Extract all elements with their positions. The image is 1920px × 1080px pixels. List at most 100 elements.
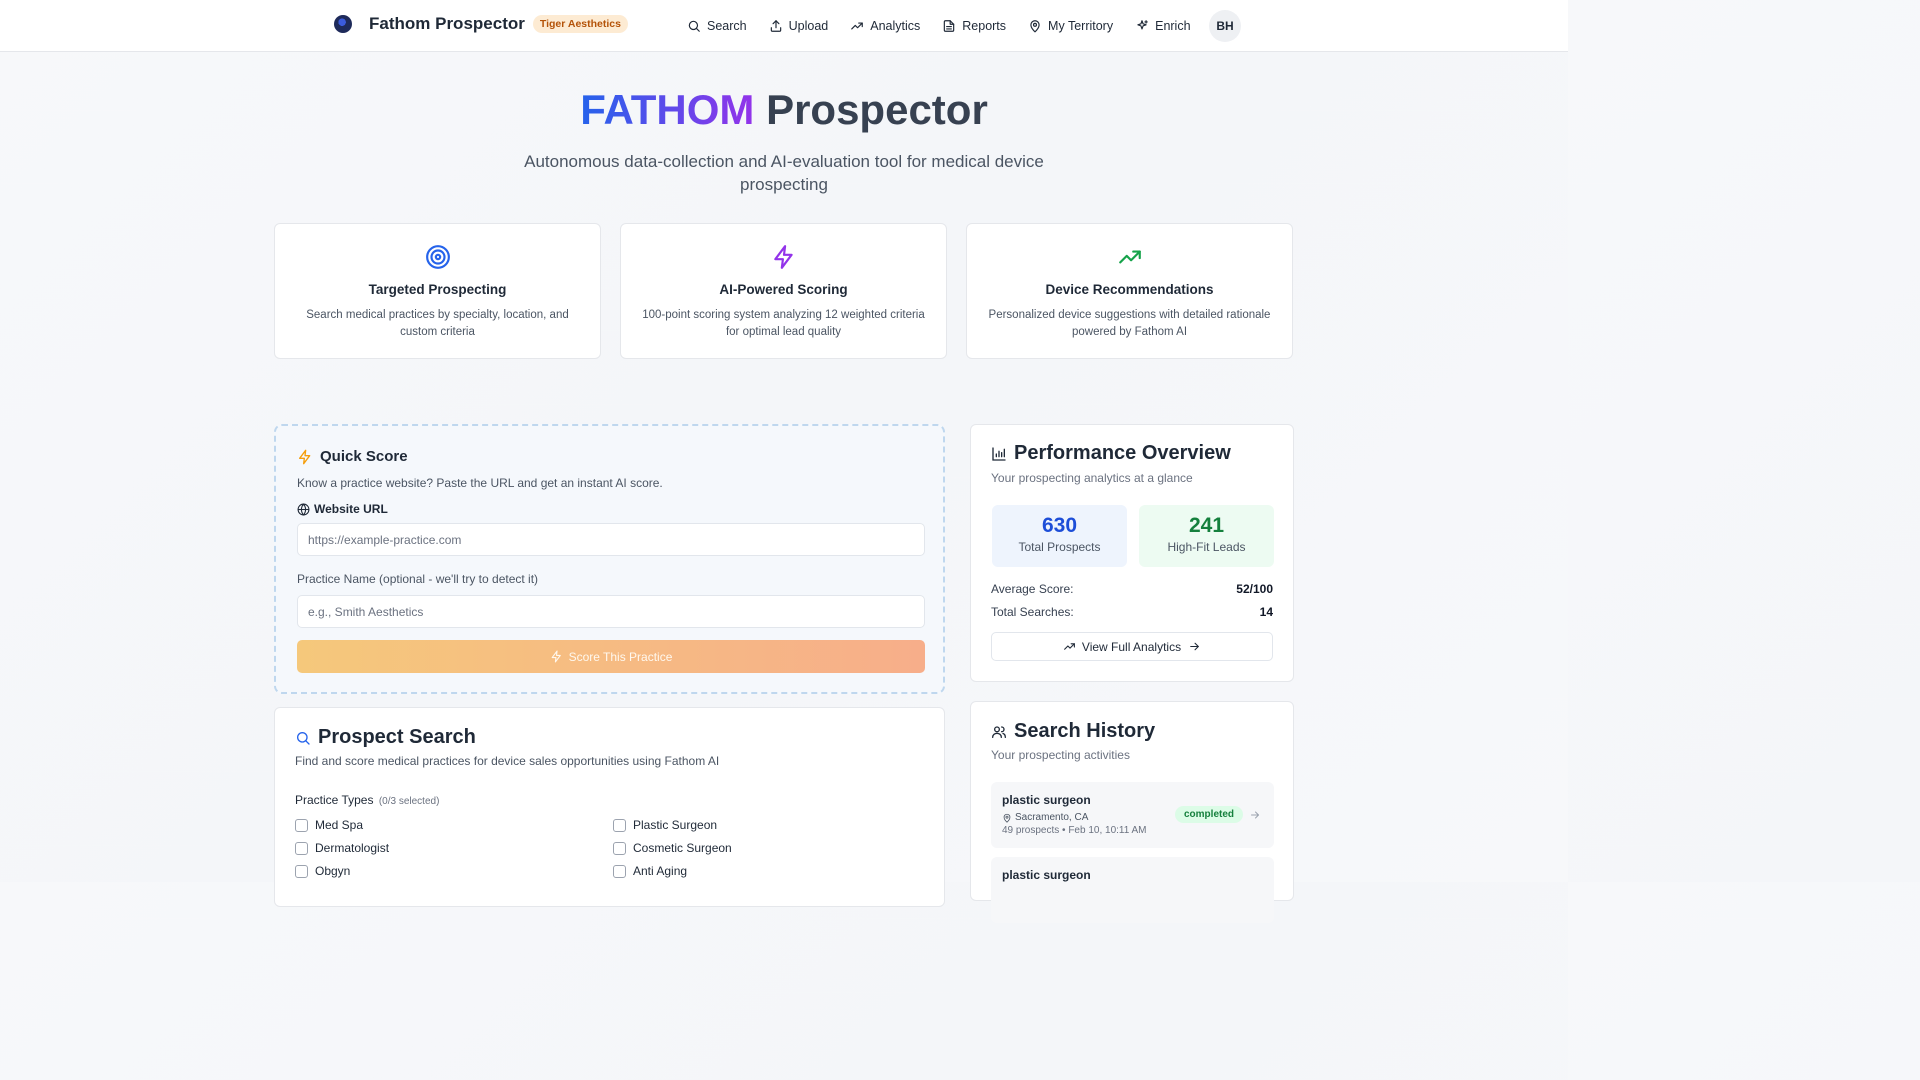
history-item-query: plastic surgeon — [1002, 793, 1091, 807]
page-title-accent: FATHOM — [580, 86, 755, 133]
map-pin-icon — [1030, 20, 1040, 33]
search-history-title: Search History — [991, 720, 1155, 743]
checkbox-label: Cosmetic Surgeon — [633, 841, 732, 855]
brand[interactable]: Fathom Prospector Tiger Aesthetics — [334, 14, 628, 34]
feature-title: Device Recommendations — [1045, 282, 1214, 297]
checkbox-obgyn[interactable]: Obgyn — [295, 864, 350, 878]
prospect-search-description: Find and score medical practices for dev… — [295, 754, 720, 768]
history-item[interactable]: plastic surgeon Sacramento, CA 49 prospe… — [991, 782, 1274, 848]
map-pin-icon — [1003, 813, 1011, 823]
view-full-analytics-label: View Full Analytics — [1081, 639, 1182, 654]
page-subtitle: Autonomous data-collection and AI-evalua… — [524, 152, 1044, 194]
quick-score-card: Quick Score Know a practice website? Pas… — [274, 424, 945, 694]
checkbox-anti-aging[interactable]: Anti Aging — [613, 864, 687, 878]
checkbox-box[interactable] — [613, 864, 626, 878]
performance-overview-title-text: Performance Overview — [1014, 442, 1231, 464]
checkbox-med-spa[interactable]: Med Spa — [295, 818, 363, 832]
high-fit-leads-label: High-Fit Leads — [1167, 540, 1246, 554]
feature-title: AI-Powered Scoring — [719, 282, 848, 297]
prospect-search-title: Prospect Search — [295, 726, 476, 749]
nav-analytics[interactable]: Analytics — [850, 19, 920, 33]
trending-up-icon — [851, 22, 864, 30]
history-item-location: Sacramento, CA — [1002, 812, 1088, 823]
practice-types-count: (0/3 selected) — [378, 796, 440, 807]
nav-reports[interactable]: Reports — [942, 19, 1006, 33]
practice-types-label-text: Practice Types — [295, 793, 374, 807]
website-url-input[interactable] — [297, 523, 925, 556]
checkbox-label: Dermatologist — [315, 841, 390, 855]
total-prospects-value: 630 — [1041, 514, 1078, 537]
nav-my-territory[interactable]: My Territory — [1028, 19, 1113, 33]
average-score-row: Average Score: 52/100 — [991, 582, 1273, 596]
total-prospects-stat: 630 Total Prospects — [992, 505, 1127, 567]
zap-icon — [551, 650, 561, 663]
feature-description: Search medical practices by specialty, l… — [306, 309, 569, 338]
checkbox-box[interactable] — [613, 841, 626, 855]
checkbox-label: Obgyn — [315, 864, 351, 878]
user-avatar[interactable]: BH — [1209, 10, 1241, 42]
nav-upload[interactable]: Upload — [769, 19, 829, 33]
trending-up-icon — [1064, 643, 1075, 650]
checkbox-label: Med Spa — [315, 818, 364, 832]
quick-score-title: Quick Score — [297, 448, 408, 465]
checkbox-box[interactable] — [295, 864, 308, 878]
nav-my-territory-label: My Territory — [1048, 19, 1114, 33]
history-item-meta: 49 prospects • Feb 10, 10:11 AM — [1002, 825, 1147, 836]
arrow-right-icon[interactable] — [1249, 809, 1261, 821]
practice-name-input[interactable] — [297, 595, 925, 628]
top-navbar: Fathom Prospector Tiger Aesthetics Searc… — [0, 0, 1568, 52]
page-title: FATHOM Prospector — [0, 86, 1568, 134]
arrow-right-icon — [1190, 642, 1199, 651]
users-icon — [992, 725, 1006, 738]
trending-up-icon — [1118, 250, 1141, 264]
total-searches-value: 14 — [1259, 605, 1273, 619]
upload-icon — [770, 20, 781, 32]
total-searches-label: Total Searches: — [991, 605, 1074, 619]
bar-chart-icon — [992, 446, 1006, 461]
total-prospects-label: Total Prospects — [1018, 540, 1101, 554]
high-fit-leads-stat: 241 High-Fit Leads — [1139, 505, 1274, 567]
nav-search-label: Search — [707, 19, 747, 33]
score-practice-button[interactable]: Score This Practice — [297, 640, 925, 673]
feature-card-ai-powered-scoring: AI-Powered Scoring 100-point scoring sys… — [620, 223, 947, 359]
organization-badge: Tiger Aesthetics — [532, 15, 628, 33]
nav-enrich[interactable]: Enrich — [1135, 19, 1191, 33]
search-icon — [688, 20, 700, 32]
checkbox-plastic-surgeon[interactable]: Plastic Surgeon — [613, 818, 717, 832]
performance-overview-card: Performance Overview Your prospecting an… — [970, 424, 1294, 682]
checkbox-box[interactable] — [295, 818, 308, 832]
performance-overview-subtitle: Your prospecting analytics at a glance — [991, 471, 1193, 485]
checkbox-box[interactable] — [613, 818, 626, 832]
checkbox-cosmetic-surgeon[interactable]: Cosmetic Surgeon — [613, 841, 732, 855]
brand-name: Fathom Prospector — [369, 14, 525, 33]
nav-enrich-label: Enrich — [1155, 19, 1191, 33]
prospect-search-card: Prospect Search Find and score medical p… — [274, 707, 945, 907]
fathom-logo-icon — [334, 15, 352, 33]
main-nav: Search Upload Analytics Reports My Terri… — [687, 0, 1213, 52]
high-fit-leads-value: 241 — [1188, 514, 1225, 537]
search-icon — [297, 731, 310, 745]
nav-search[interactable]: Search — [687, 19, 747, 33]
practice-types-label: Practice Types (0/3 selected) — [295, 793, 439, 807]
quick-score-description: Know a practice website? Paste the URL a… — [297, 476, 663, 490]
checkbox-box[interactable] — [295, 841, 308, 855]
prospect-search-title-text: Prospect Search — [318, 726, 476, 748]
view-full-analytics-button[interactable]: View Full Analytics — [991, 632, 1273, 661]
feature-title: Targeted Prospecting — [368, 282, 507, 297]
website-url-label: Website URL — [297, 502, 388, 516]
file-text-icon — [944, 20, 955, 32]
nav-upload-label: Upload — [788, 19, 829, 33]
history-item-location-text: Sacramento, CA — [1015, 812, 1089, 823]
status-badge: completed — [1175, 806, 1244, 823]
score-practice-button-label: Score This Practice — [568, 649, 673, 664]
checkbox-dermatologist[interactable]: Dermatologist — [295, 841, 389, 855]
feature-description: 100-point scoring system analyzing 12 we… — [642, 309, 925, 338]
website-url-label-text: Website URL — [314, 502, 388, 516]
average-score-value: 52/100 — [1236, 582, 1273, 596]
history-item[interactable]: plastic surgeon — [991, 857, 1274, 923]
nav-reports-label: Reports — [962, 19, 1007, 33]
feature-card-device-recommendations: Device Recommendations Personalized devi… — [966, 223, 1293, 359]
zap-icon — [299, 449, 311, 464]
sparkles-icon — [1137, 20, 1148, 30]
feature-description: Personalized device suggestions with det… — [988, 309, 1271, 338]
